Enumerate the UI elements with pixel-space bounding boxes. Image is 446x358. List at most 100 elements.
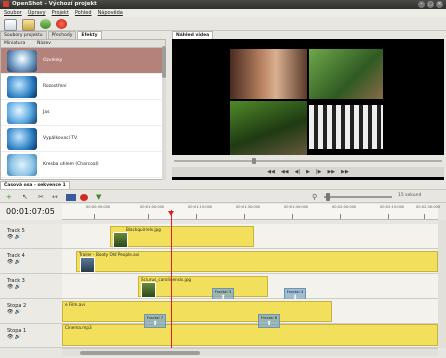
arrow-select-icon[interactable]: ↖ [22,193,28,201]
track-visibility-icon[interactable]: 👁 🔊 [7,284,62,290]
effect-thumbnail [7,49,37,72]
preview-controls: ◀◀ ◀◀ ◀| ▶ |▶ ▶▶ ▶▶ [172,167,444,177]
maximize-icon[interactable]: □ [427,1,434,8]
clip-thumbnail [113,232,128,248]
timeline-horizontal-scrollbar[interactable] [62,348,438,356]
minimize-icon[interactable]: – [418,1,425,8]
preview-quadrant-group [309,105,383,149]
timeline-clip[interactable]: Trailer - Booty Old People.avi [76,251,438,273]
main-toolbar [0,17,446,31]
column-name[interactable]: Název [34,40,51,47]
marker-icon[interactable] [80,194,88,201]
new-project-icon[interactable] [4,19,17,31]
clip-label: e Film.avi [65,302,85,307]
playhead-marker-icon[interactable] [168,211,174,216]
ruler-label: 00:00:45:000 [86,205,111,209]
track-lane: Cinema.mp3 Fractal 7 ⬆ Fractal 8 ⬆ [62,314,438,348]
timeline-clip[interactable]: e Film.avi [62,301,332,322]
list-item[interactable]: Kresba uhlem (Charcoal) [1,152,165,178]
track-header: Track 5 👁 🔊 [0,224,62,249]
effect-name: Vypálkovací TV [43,136,78,141]
menu-view[interactable]: Pohled [75,9,92,17]
track-visibility-icon[interactable]: 👁 🔊 [7,234,62,240]
effect-name: Ozvěnky [43,58,63,63]
zoom-slider-handle[interactable] [326,193,330,201]
tab-timeline[interactable]: Časová osa - sekvence 1 [0,181,70,189]
transition-arrow-icon: ⬆ [266,320,272,327]
track-visibility-icon[interactable]: 👁 🔊 [7,334,62,340]
clip-label: Blackquirrels.jpg [126,227,161,232]
app-icon [3,1,9,7]
forward-end-icon[interactable]: ▶▶ [341,167,349,177]
preview-quadrant-person [230,49,307,99]
add-track-icon[interactable]: + [6,193,12,201]
track-visibility-icon[interactable]: 👁 🔊 [7,309,62,315]
ruler-label: 00:02:00:000 [332,205,357,209]
list-item[interactable]: Rozostření [1,74,165,100]
effect-name: Jas [43,110,50,115]
track-visibility-icon[interactable]: 👁 🔊 [7,259,62,265]
ruler-label: 00:01:00:000 [140,205,165,209]
previous-marker-icon[interactable]: ▼ [96,193,101,201]
track-header: Track 4 👁 🔊 [0,249,62,274]
left-panel-tabs: Soubory projektu Přechody Efekty [0,31,170,39]
step-back-icon[interactable]: ◀| [295,167,301,177]
track-header: Track 3 👁 🔊 [0,274,62,299]
ruler-label: 00:01:45:000 [284,205,309,209]
zoom-slider[interactable] [324,196,392,198]
timeline-ruler[interactable]: 00:00:45:000 00:01:00:000 00:01:15:000 0… [62,204,440,220]
zoom-label: 15 sekund [398,193,422,198]
tab-video-preview[interactable]: Náhled videa [172,31,214,39]
ruler-label: 00:01:15:000 [188,205,213,209]
effects-list-header: Miniatura Název [1,40,165,48]
play-icon[interactable]: ▶ [306,167,310,177]
preview-seekbar[interactable] [172,155,444,167]
step-forward-icon[interactable]: |▶ [316,167,322,177]
clip-label: Sciurus_carolinensis.jpg [141,277,192,282]
clip-thumbnail [141,282,156,298]
track-lane: Trailer - Booty Old People.avi [62,249,438,274]
clip-label: Cinema.mp3 [65,325,92,330]
close-icon[interactable]: × [436,1,443,8]
timeline-clip[interactable]: Blackquirrels.jpg [110,226,254,248]
clip-label: Trailer - Booty Old People.avi [79,252,140,257]
transition-arrow-icon: ⬆ [152,320,158,327]
list-item[interactable]: Vypálkovací TV [1,126,165,152]
resize-icon[interactable]: ↔ [52,193,58,201]
timecode-display: 00:01:07:05 [0,204,62,220]
export-video-icon[interactable] [56,19,67,29]
transition[interactable]: Fractal 8 ⬆ [258,314,280,328]
effect-thumbnail [7,153,37,176]
tab-project-files[interactable]: Soubory projektu [0,31,47,39]
timeline-vertical-scrollbar[interactable] [438,220,446,348]
tab-effects[interactable]: Efekty [77,31,102,39]
transition[interactable]: Fractal 7 ⬆ [144,314,166,328]
effects-list: Miniatura Název Ozvěnky Rozostření Jas V… [0,39,166,180]
fast-forward-icon[interactable]: ▶▶ [327,167,335,177]
effects-scrollbar[interactable] [162,46,166,180]
import-files-icon[interactable] [40,19,51,29]
tab-transitions[interactable]: Přechody [47,31,77,39]
timeline-clip[interactable]: Sciurus_carolinensis.jpg [138,276,268,298]
open-project-icon[interactable] [22,19,35,31]
timeline-toolbar: + ↖ ✂ ↔ ▼ ⚲ 15 sekund [0,189,446,203]
preview-quadrant-squirrel [309,49,383,99]
window-title: OpenShot - Výchozí projekt [12,1,97,7]
column-thumbnail[interactable]: Miniatura [1,40,34,47]
menu-help[interactable]: Nápověda [98,9,123,17]
menubar: Soubor Úpravy Projekt Pohled Nápověda [0,9,446,17]
zoom-icon[interactable]: ⚲ [312,193,317,201]
list-item[interactable]: Jas [1,100,165,126]
rewind-start-icon[interactable]: ◀◀ [267,167,275,177]
menu-file[interactable]: Soubor [4,9,22,17]
rewind-icon[interactable]: ◀◀ [281,167,289,177]
menu-edit[interactable]: Úpravy [28,9,46,17]
list-item[interactable]: Ozvěnky [1,48,165,74]
razor-icon[interactable]: ✂ [38,193,44,201]
track-header: Stopa 1 👁 🔊 [0,324,62,348]
snapping-icon[interactable] [66,194,76,201]
effect-name: Kresba uhlem (Charcoal) [43,162,99,167]
playhead-line[interactable] [171,210,172,348]
menu-project[interactable]: Projekt [52,9,69,17]
timeline-clip[interactable]: Cinema.mp3 [62,324,438,346]
